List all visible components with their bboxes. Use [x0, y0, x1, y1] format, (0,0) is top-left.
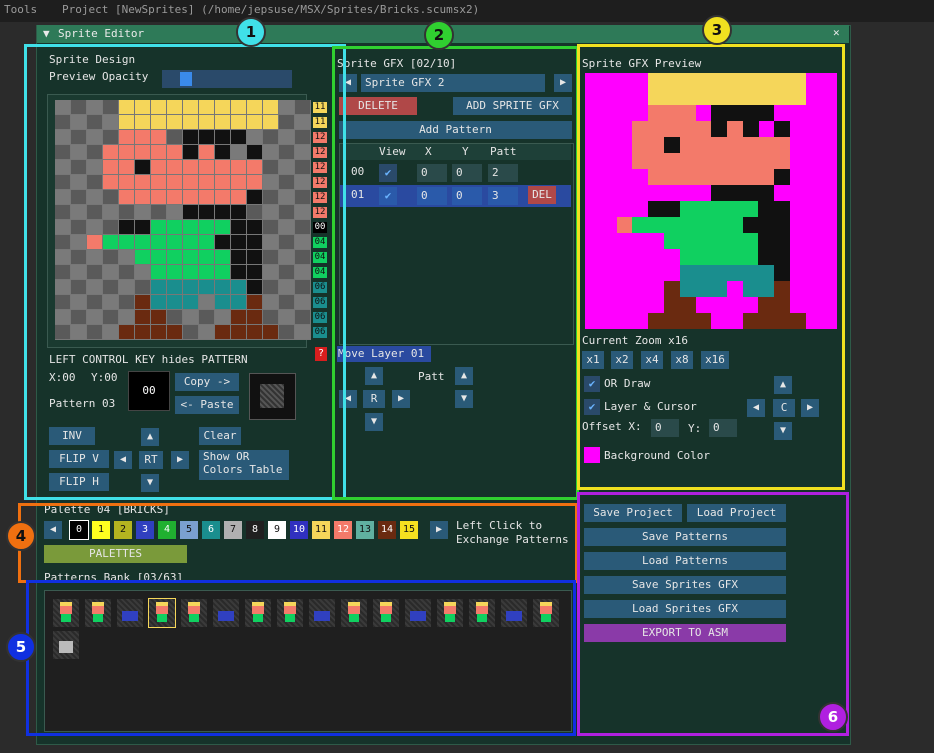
- annotation-box-6: [577, 492, 849, 736]
- badge-5: 5: [6, 632, 36, 662]
- menu-bar: Tools Project [NewSprites] (/home/jepsus…: [0, 0, 934, 22]
- menu-tools[interactable]: Tools: [4, 3, 37, 16]
- annotation-box-2: [332, 46, 579, 500]
- annotation-box-5: [26, 580, 576, 736]
- badge-4: 4: [6, 521, 36, 551]
- annotation-box-3: [577, 44, 845, 490]
- collapse-icon[interactable]: ▼: [43, 27, 50, 40]
- badge-3: 3: [702, 15, 732, 45]
- badge-6: 6: [818, 702, 848, 732]
- close-icon[interactable]: ✕: [833, 26, 840, 39]
- annotation-box-4: [18, 503, 578, 583]
- badge-2: 2: [424, 20, 454, 50]
- annotation-box-1: [24, 44, 346, 500]
- window-title: Sprite Editor: [58, 27, 145, 40]
- project-path: Project [NewSprites] (/home/jepsuse/MSX/…: [62, 3, 480, 16]
- badge-1: 1: [236, 17, 266, 47]
